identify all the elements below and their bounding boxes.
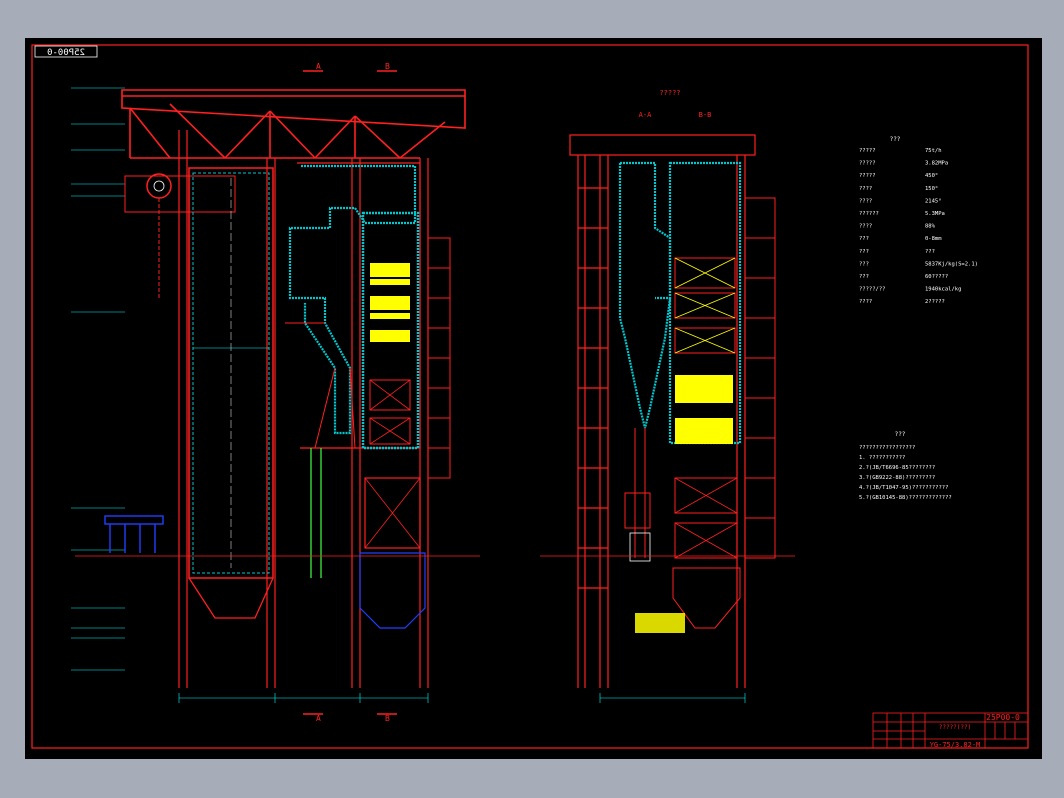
section-marker-b-top: B bbox=[385, 62, 390, 71]
note-line: 5.?(GB10145-88)????????????? bbox=[859, 495, 952, 501]
spec-value: 2????? bbox=[925, 299, 945, 305]
spec-value: 60????? bbox=[925, 274, 948, 280]
spec-table: ??? ????? 75t/h????? 3.82MPa????? 450°???? 1… bbox=[859, 136, 978, 305]
note-line: 4.?(JB/T1047-95)??????????? bbox=[859, 485, 948, 491]
elevation-marks bbox=[71, 87, 125, 671]
note-line: 3.?(GB9222-88)????????? bbox=[859, 475, 935, 481]
section-marker-a-top: A bbox=[316, 62, 321, 71]
spec-label: ???? bbox=[859, 299, 872, 305]
spec-label: ????? bbox=[859, 161, 876, 167]
title-block-model: YG-75/3.82-M bbox=[930, 741, 981, 749]
label-aa: A-A bbox=[639, 111, 652, 119]
stair-tower bbox=[427, 237, 451, 479]
notes-heading: ??? bbox=[895, 431, 906, 438]
notes-block: ??? ????????????????? 1. ??????????? 2.?(J… bbox=[859, 431, 952, 501]
spec-label: ??? bbox=[859, 249, 869, 255]
cad-viewport[interactable]: 25P00-0 A B A B ????? A-A B-B ??? ????? … bbox=[25, 38, 1042, 759]
spec-label: ????? bbox=[859, 173, 876, 179]
furnace-section bbox=[618, 161, 672, 562]
spec-label: ?????/?? bbox=[859, 287, 886, 293]
spec-label: ??? bbox=[859, 274, 869, 280]
stair-tower-right bbox=[744, 197, 776, 559]
spec-value: 150° bbox=[925, 186, 938, 192]
label-bb: B-B bbox=[699, 111, 712, 119]
stamp-text: 25P00-0 bbox=[47, 48, 85, 58]
spec-value: ??? bbox=[925, 249, 935, 255]
spec-label: ?????? bbox=[859, 211, 879, 217]
spec-value: 1940kcal/kg bbox=[925, 287, 961, 293]
spec-value: 2145° bbox=[925, 198, 942, 204]
title-block-drawing-no: 25P00-0 bbox=[986, 713, 1020, 722]
right-section-view: ????? A-A B-B bbox=[540, 89, 795, 703]
roof-truss bbox=[121, 89, 466, 159]
spec-label: ???? bbox=[859, 224, 872, 230]
sheet-border bbox=[31, 44, 1029, 749]
back-pass-section bbox=[635, 161, 742, 633]
note-line: 1. ??????????? bbox=[859, 455, 905, 461]
spec-value: 5.3MPa bbox=[925, 211, 945, 217]
note-line: ????????????????? bbox=[859, 445, 915, 451]
back-pass bbox=[359, 211, 426, 629]
left-platform bbox=[104, 515, 164, 553]
steam-drum bbox=[124, 173, 236, 298]
spec-label: ???? bbox=[859, 198, 872, 204]
spec-value: 88% bbox=[925, 224, 936, 230]
title-block-name: ?????(??) bbox=[939, 724, 972, 731]
left-elevation-view: A B A B bbox=[71, 62, 480, 723]
spec-label: ????? bbox=[859, 148, 876, 154]
spec-heading: ??? bbox=[890, 136, 901, 143]
section-marker-b-bottom: B bbox=[385, 714, 390, 723]
spec-value: 75t/h bbox=[925, 148, 942, 154]
spec-value: 3.82MPa bbox=[925, 161, 948, 167]
boiler-general-arrangement-drawing: 25P00-0 A B A B ????? A-A B-B ??? ????? … bbox=[31, 44, 1029, 749]
section-title: ????? bbox=[659, 89, 680, 97]
spec-label: ??? bbox=[859, 236, 869, 242]
spec-value: 5837Kj/kg(S=2.1) bbox=[925, 261, 978, 267]
spec-label: ???? bbox=[859, 186, 872, 192]
note-line: 2.?(JB/T6696-85???????? bbox=[859, 465, 935, 471]
spec-label: ??? bbox=[859, 261, 869, 267]
steel-frame-right bbox=[569, 134, 756, 688]
spec-value: 450° bbox=[925, 173, 938, 179]
furnace bbox=[188, 167, 274, 619]
section-marker-a-bottom: A bbox=[316, 714, 321, 723]
spec-value: 0-8mm bbox=[925, 236, 942, 242]
